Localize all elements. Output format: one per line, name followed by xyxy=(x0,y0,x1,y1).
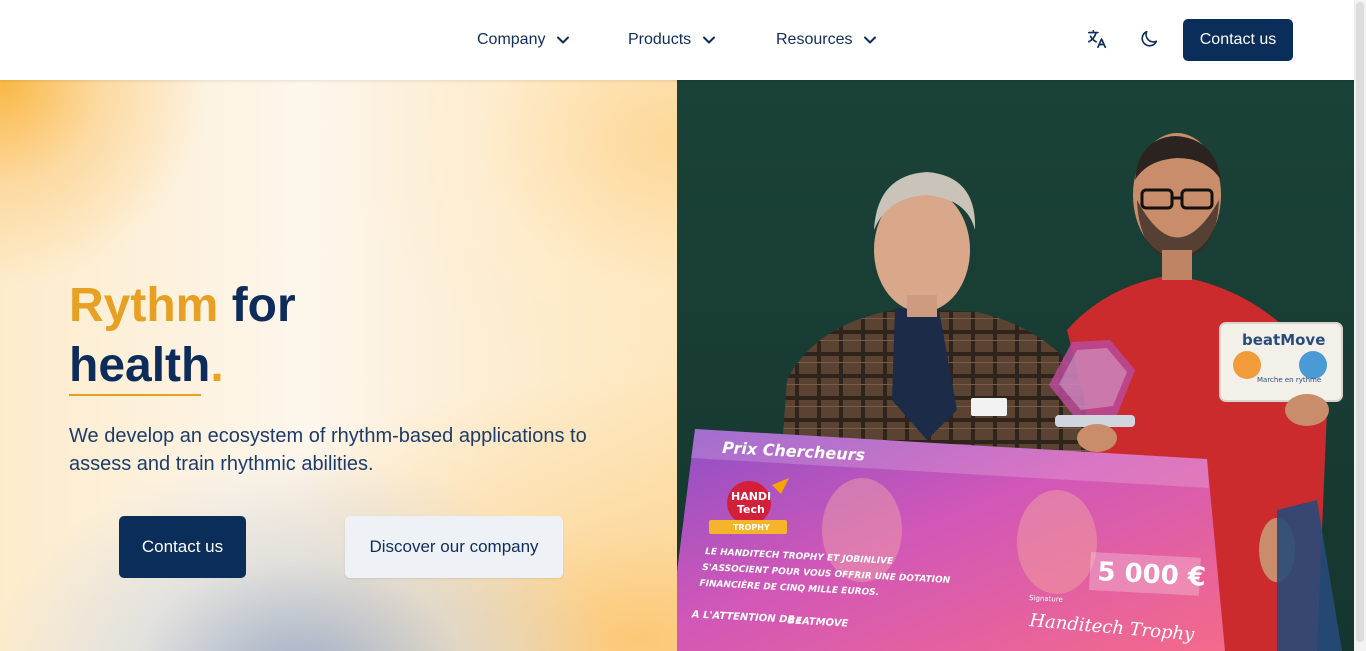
top-navbar: Company Products Resources Contact us xyxy=(0,0,1354,80)
hero-section: Rythm for health. We develop an ecosyste… xyxy=(0,80,677,651)
nav-products-label: Products xyxy=(628,31,692,48)
cheque-amount: 5 000 € xyxy=(1097,557,1207,593)
moon-icon xyxy=(1141,30,1158,47)
logo-tech: Tech xyxy=(737,503,765,516)
box-brand-text: beatMove xyxy=(1242,331,1325,349)
hero-subtitle: We develop an ecosystem of rhythm-based … xyxy=(69,425,587,475)
headline-rythm: Rythm xyxy=(69,279,219,332)
translate-icon xyxy=(1087,29,1107,49)
page-scrollbar[interactable] xyxy=(1354,0,1366,651)
hero-headline: Rythm for health. xyxy=(69,276,489,396)
headline-for: for xyxy=(231,279,296,332)
nav-company-label: Company xyxy=(477,31,546,48)
hero-contact-button[interactable]: Contact us xyxy=(119,516,246,578)
chevron-down-icon xyxy=(557,36,570,44)
discover-company-button[interactable]: Discover our company xyxy=(345,516,563,578)
hero-photo: beatMove Marche en rythme Prix Chercheur… xyxy=(677,80,1354,651)
logo-handi: HANDI xyxy=(731,490,771,503)
headline-underline xyxy=(69,394,201,396)
chevron-down-icon xyxy=(703,36,716,44)
box-sub-text: Marche en rythme xyxy=(1257,376,1321,384)
nav-company[interactable]: Company xyxy=(477,28,570,52)
theme-toggle-button[interactable] xyxy=(1138,28,1162,52)
nav-products[interactable]: Products xyxy=(628,28,716,52)
nav-resources-label: Resources xyxy=(776,31,853,48)
chevron-down-icon xyxy=(864,36,877,44)
logo-trophy: TROPHY xyxy=(733,523,770,532)
headline-dot: . xyxy=(210,339,224,392)
language-button[interactable] xyxy=(1086,28,1110,52)
headline-health: health xyxy=(69,339,211,392)
scrollbar-thumb[interactable] xyxy=(1356,2,1364,642)
nav-contact-button[interactable]: Contact us xyxy=(1183,19,1293,61)
award-photo-illustration: beatMove Marche en rythme Prix Chercheur… xyxy=(677,80,1354,651)
nav-resources[interactable]: Resources xyxy=(776,28,877,52)
